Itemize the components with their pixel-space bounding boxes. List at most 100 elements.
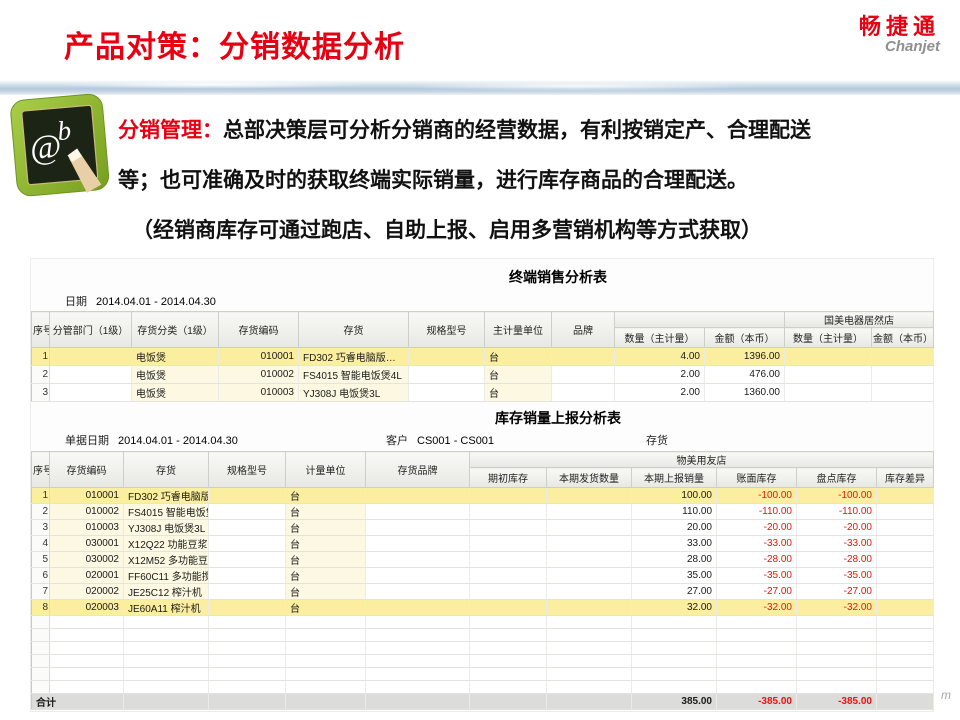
cell[interactable] <box>547 584 632 600</box>
sales-report-date-filter[interactable]: 日期2014.04.01 - 2014.04.30 <box>65 293 216 309</box>
cell[interactable] <box>32 616 50 629</box>
cell[interactable] <box>547 681 632 694</box>
cell[interactable]: 2.00 <box>615 366 705 384</box>
cell[interactable]: 20.00 <box>632 520 717 536</box>
cell[interactable] <box>286 655 366 668</box>
cell[interactable] <box>547 616 632 629</box>
cell[interactable] <box>872 348 934 366</box>
cell[interactable]: -110.00 <box>717 504 797 520</box>
cell[interactable] <box>366 584 470 600</box>
cell[interactable] <box>470 642 547 655</box>
cell[interactable] <box>209 616 286 629</box>
cell[interactable] <box>717 616 797 629</box>
cell[interactable]: 3 <box>32 520 50 536</box>
cell[interactable] <box>124 668 209 681</box>
cell[interactable] <box>717 681 797 694</box>
cell[interactable]: 030002 <box>50 552 124 568</box>
cell[interactable] <box>366 552 470 568</box>
cell[interactable] <box>552 384 615 402</box>
cell[interactable]: FD302 巧睿电脑版… <box>299 348 409 366</box>
cell[interactable]: 5 <box>32 552 50 568</box>
empty-row[interactable] <box>32 655 934 668</box>
cell[interactable]: -27.00 <box>797 584 877 600</box>
cell[interactable] <box>32 642 50 655</box>
column-header[interactable]: 规格型号 <box>409 312 485 348</box>
cell[interactable] <box>717 668 797 681</box>
cell[interactable]: 台 <box>286 600 366 616</box>
cell[interactable]: 1360.00 <box>705 384 785 402</box>
cell[interactable] <box>470 629 547 642</box>
cell[interactable] <box>366 520 470 536</box>
table-row[interactable]: 7020002JE25C12 榨汁机台27.00-27.00-27.00 <box>32 584 934 600</box>
cell[interactable] <box>470 520 547 536</box>
cell[interactable] <box>209 552 286 568</box>
empty-row[interactable] <box>32 668 934 681</box>
cell[interactable]: -20.00 <box>717 520 797 536</box>
cell[interactable]: -110.00 <box>797 504 877 520</box>
cell[interactable] <box>877 629 934 642</box>
cell[interactable]: -100.00 <box>797 488 877 504</box>
cell[interactable]: 020002 <box>50 584 124 600</box>
cell[interactable] <box>547 488 632 504</box>
cell[interactable]: 台 <box>286 488 366 504</box>
column-header[interactable]: 存货编码 <box>219 312 299 348</box>
cell[interactable]: 台 <box>485 348 552 366</box>
cell[interactable] <box>366 504 470 520</box>
cell[interactable] <box>470 681 547 694</box>
cell[interactable] <box>209 584 286 600</box>
cell[interactable] <box>717 629 797 642</box>
column-header[interactable]: 计量单位 <box>286 452 366 488</box>
cell[interactable] <box>877 488 934 504</box>
cell[interactable] <box>877 584 934 600</box>
cell[interactable] <box>366 616 470 629</box>
table-row[interactable]: 1电饭煲010001FD302 巧睿电脑版…台4.001396.00 <box>32 348 934 366</box>
cell[interactable]: X12Q22 功能豆浆… <box>124 536 209 552</box>
cell[interactable] <box>470 552 547 568</box>
cell[interactable] <box>785 384 872 402</box>
cell[interactable]: -35.00 <box>717 568 797 584</box>
cell[interactable] <box>797 681 877 694</box>
cell[interactable]: 1 <box>32 488 50 504</box>
cell[interactable] <box>717 642 797 655</box>
item-filter[interactable]: 存货 <box>646 432 677 448</box>
cell[interactable]: 台 <box>286 568 366 584</box>
cell[interactable] <box>209 642 286 655</box>
cell[interactable] <box>209 600 286 616</box>
column-header[interactable]: 存货分类（1级） <box>132 312 219 348</box>
cell[interactable] <box>547 536 632 552</box>
cell[interactable] <box>547 552 632 568</box>
table-row[interactable]: 2电饭煲010002FS4015 智能电饭煲4L台2.00476.00 <box>32 366 934 384</box>
cell[interactable] <box>366 629 470 642</box>
cell[interactable]: YJ308J 电饭煲3L <box>299 384 409 402</box>
cell[interactable] <box>409 366 485 384</box>
cell[interactable] <box>124 616 209 629</box>
cell[interactable]: 010001 <box>219 348 299 366</box>
cell[interactable]: 7 <box>32 584 50 600</box>
cell[interactable] <box>470 488 547 504</box>
cell[interactable]: 4.00 <box>615 348 705 366</box>
column-header[interactable]: 存货编码 <box>50 452 124 488</box>
cell[interactable] <box>632 668 717 681</box>
cell[interactable]: 28.00 <box>632 552 717 568</box>
cell[interactable] <box>50 384 132 402</box>
column-header[interactable]: 金额（本币） <box>705 328 785 348</box>
column-header[interactable]: 数量（主计量） <box>615 328 705 348</box>
cell[interactable]: 台 <box>286 552 366 568</box>
cell[interactable] <box>366 655 470 668</box>
cell[interactable]: 4 <box>32 536 50 552</box>
cell[interactable]: 2 <box>32 504 50 520</box>
table-row[interactable]: 8020003JE60A11 榨汁机台32.00-32.00-32.00 <box>32 600 934 616</box>
empty-row[interactable] <box>32 681 934 694</box>
cell[interactable] <box>470 616 547 629</box>
cell[interactable]: FS4015 智能电饭煲4L <box>124 504 209 520</box>
cell[interactable] <box>547 642 632 655</box>
cell[interactable]: 电饭煲 <box>132 384 219 402</box>
column-header[interactable]: 分管部门（1级） <box>50 312 132 348</box>
column-header[interactable]: 金额（本币） <box>872 328 934 348</box>
column-header[interactable]: 序号 <box>32 312 50 348</box>
cell[interactable]: 35.00 <box>632 568 717 584</box>
column-header[interactable]: 期初库存 <box>470 468 547 488</box>
cell[interactable] <box>797 668 877 681</box>
cell[interactable] <box>286 616 366 629</box>
cell[interactable] <box>366 488 470 504</box>
